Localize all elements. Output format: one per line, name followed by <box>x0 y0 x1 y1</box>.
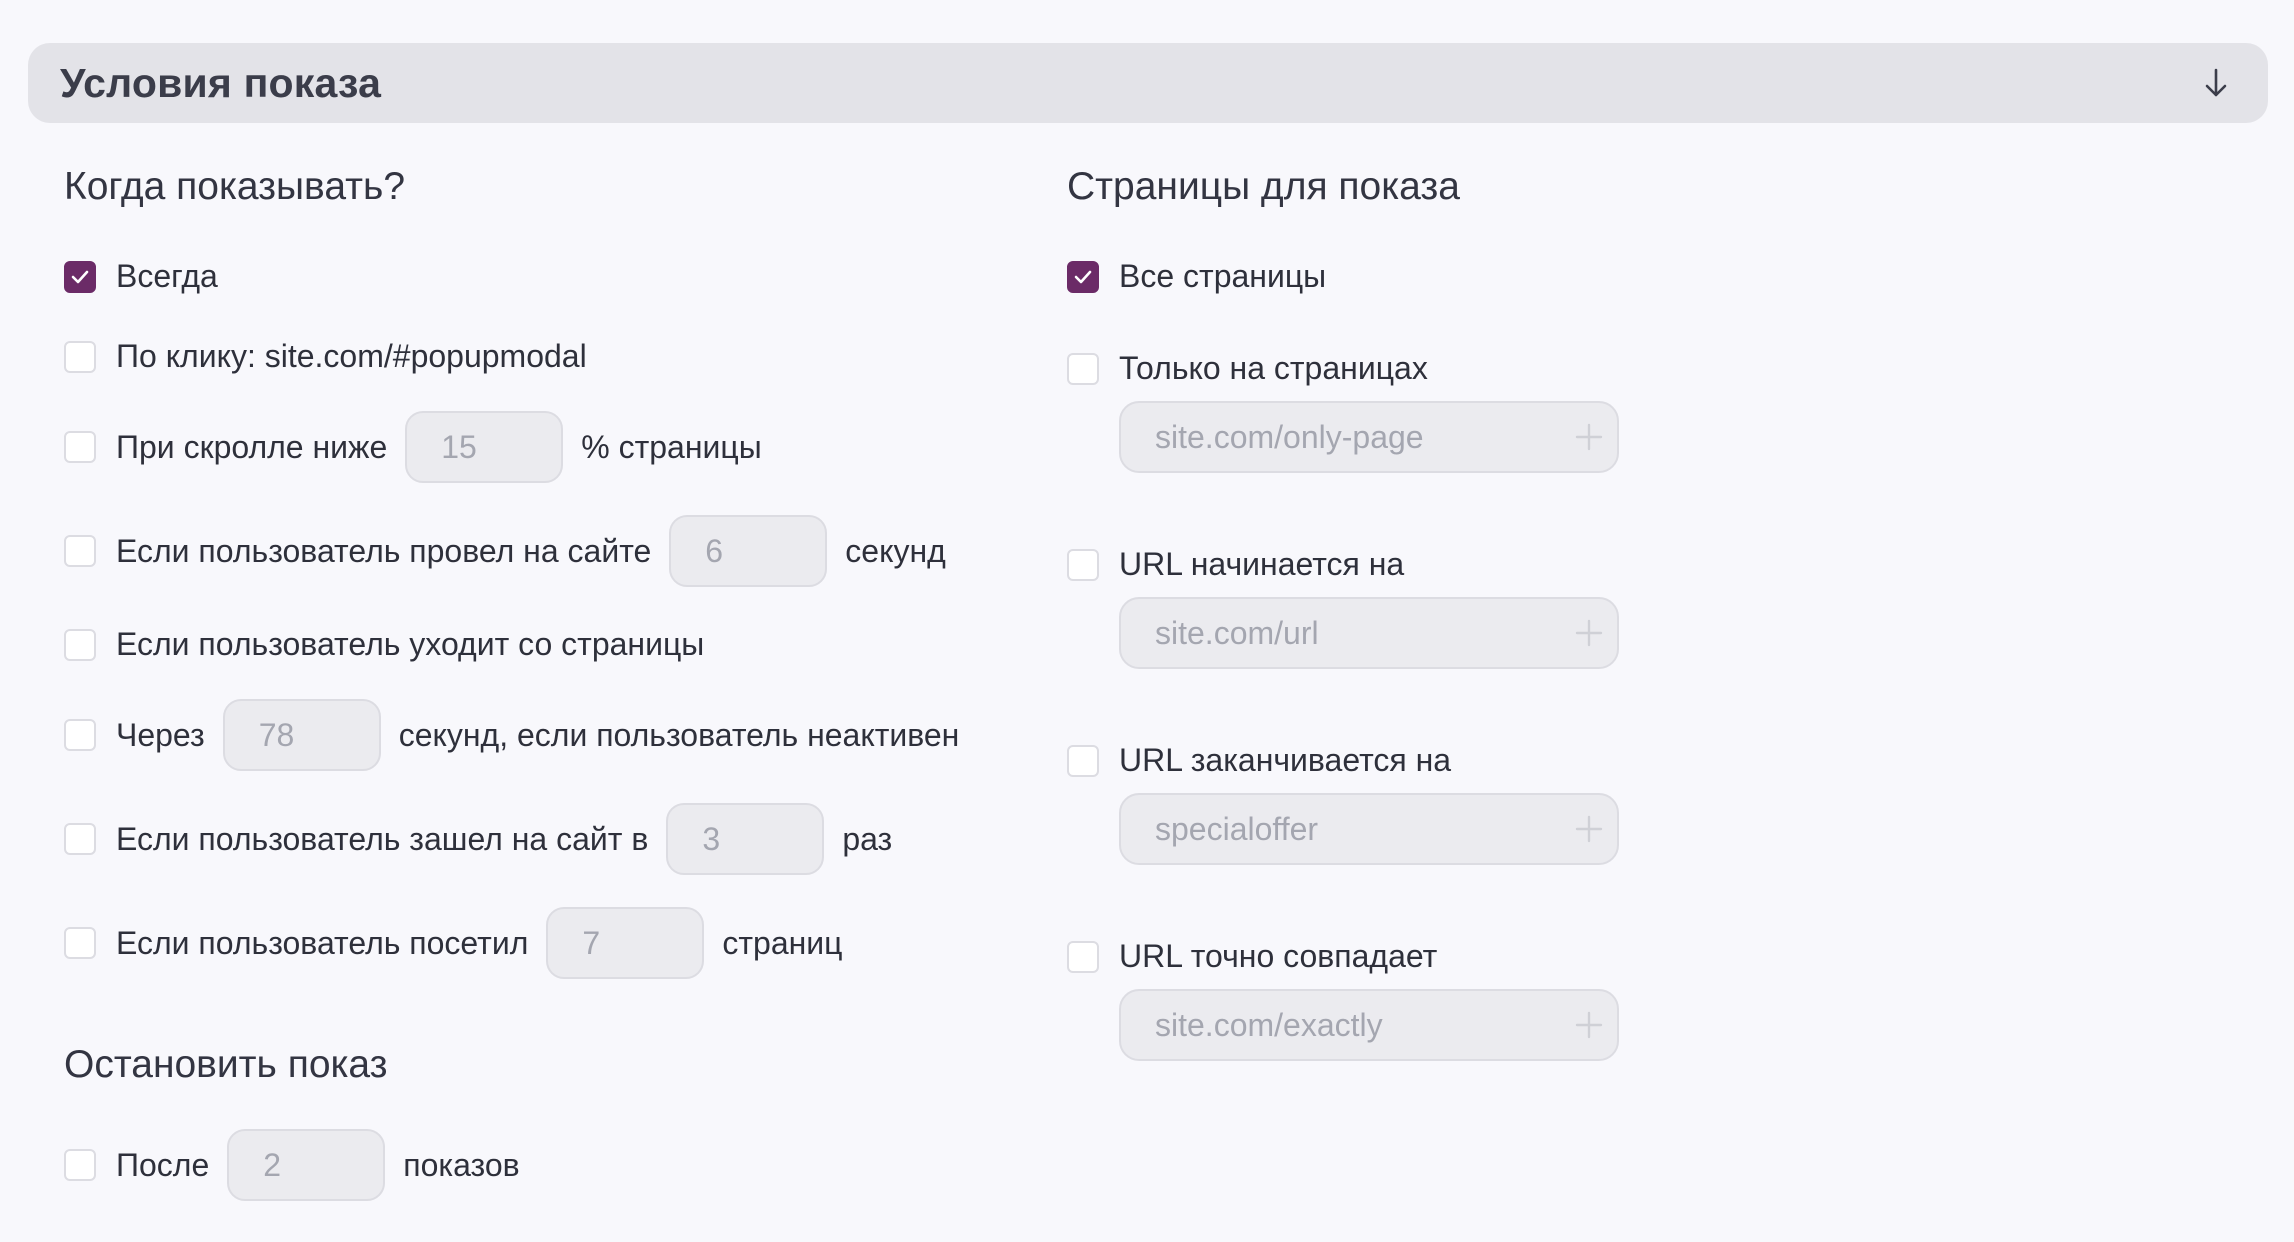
time-on-site-checkbox[interactable] <box>64 535 96 567</box>
plus-icon[interactable] <box>1575 813 1603 845</box>
pages-only: Только на страницах <box>1067 350 1428 387</box>
exact-match-checkbox[interactable] <box>1067 940 1099 973</box>
exact-match-field <box>1119 989 1619 1061</box>
inactive-label-before: Через <box>116 716 205 753</box>
only-pages-label: Только на страницах <box>1119 350 1428 386</box>
only-pages-input[interactable] <box>1155 418 1575 456</box>
exact-match-label: URL точно совпадает <box>1119 938 1438 974</box>
condition-inactive: Через секунд, если пользователь неактиве… <box>64 699 959 771</box>
on-scroll-checkbox[interactable] <box>64 431 96 463</box>
on-scroll-label-before: При скролле ниже <box>116 428 388 465</box>
condition-exit-intent: Если пользователь уходит со страницы <box>64 626 704 663</box>
plus-icon[interactable] <box>1575 617 1603 649</box>
scroll-percent-input[interactable] <box>405 411 564 483</box>
always-label: Всегда <box>116 258 218 294</box>
section-header-display-conditions[interactable]: Условия показа <box>28 43 2268 123</box>
inactive-seconds-input[interactable] <box>222 699 381 771</box>
only-pages-checkbox[interactable] <box>1067 352 1099 385</box>
condition-on-click: По клику: site.com/#popupmodal <box>64 338 587 375</box>
stop-after-count-input[interactable] <box>227 1129 386 1201</box>
on-click-label: По клику: site.com/#popupmodal <box>116 338 587 374</box>
pages-visited-count-input[interactable] <box>546 907 705 979</box>
pages-exact: URL точно совпадает <box>1067 938 1437 975</box>
stop-showing-title: Остановить показ <box>64 1043 388 1086</box>
pages-starts-with: URL начинается на <box>1067 546 1404 583</box>
condition-time-on-site: Если пользователь провел на сайте секунд <box>64 515 946 587</box>
condition-visits: Если пользователь зашел на сайт в раз <box>64 803 892 875</box>
condition-pages-visited: Если пользователь посетил страниц <box>64 907 842 979</box>
inactive-checkbox[interactable] <box>64 719 96 751</box>
arrow-down-icon[interactable] <box>2198 63 2234 103</box>
visits-label-before: Если пользователь зашел на сайт в <box>116 820 649 857</box>
stop-after-label-before: После <box>116 1146 210 1183</box>
time-on-site-label-after: секунд <box>845 532 946 569</box>
exit-intent-label: Если пользователь уходит со страницы <box>116 626 705 662</box>
visits-label-after: раз <box>842 820 893 857</box>
condition-on-scroll: При скролле ниже % страницы <box>64 411 762 483</box>
pages-ends-with: URL заканчивается на <box>1067 742 1451 779</box>
pages-all: Все страницы <box>1067 258 1326 295</box>
on-scroll-label-after: % страницы <box>581 428 762 465</box>
check-icon <box>71 270 89 283</box>
stop-after-label-after: показов <box>403 1146 520 1183</box>
pages-to-show-title: Страницы для показа <box>1067 165 1460 208</box>
all-pages-checkbox[interactable] <box>1067 260 1099 293</box>
pages-visited-label-before: Если пользователь посетил <box>116 924 529 961</box>
plus-icon[interactable] <box>1575 1009 1603 1041</box>
condition-always: Всегда <box>64 258 218 295</box>
only-pages-field <box>1119 401 1619 473</box>
starts-with-checkbox[interactable] <box>1067 548 1099 581</box>
when-to-show-title: Когда показывать? <box>64 165 406 208</box>
always-checkbox[interactable] <box>64 260 96 293</box>
starts-with-field <box>1119 597 1619 669</box>
time-on-site-label-before: Если пользователь провел на сайте <box>116 532 652 569</box>
ends-with-checkbox[interactable] <box>1067 744 1099 777</box>
on-click-checkbox[interactable] <box>64 340 96 373</box>
exact-match-input[interactable] <box>1155 1006 1575 1044</box>
time-on-site-seconds-input[interactable] <box>669 515 828 587</box>
all-pages-label: Все страницы <box>1119 258 1327 294</box>
stop-after: После показов <box>64 1129 520 1201</box>
inactive-label-after: секунд, если пользователь неактивен <box>398 716 960 753</box>
pages-visited-label-after: страниц <box>722 924 843 961</box>
section-title: Условия показа <box>60 59 382 106</box>
visits-checkbox[interactable] <box>64 823 96 855</box>
check-icon <box>1074 270 1092 283</box>
pages-visited-checkbox[interactable] <box>64 927 96 959</box>
stop-after-checkbox[interactable] <box>64 1149 96 1181</box>
ends-with-input[interactable] <box>1155 810 1575 848</box>
ends-with-label: URL заканчивается на <box>1119 742 1452 778</box>
starts-with-label: URL начинается на <box>1119 546 1405 582</box>
ends-with-field <box>1119 793 1619 865</box>
plus-icon[interactable] <box>1575 421 1603 453</box>
starts-with-input[interactable] <box>1155 614 1575 652</box>
exit-intent-checkbox[interactable] <box>64 628 96 661</box>
visits-count-input[interactable] <box>666 803 825 875</box>
